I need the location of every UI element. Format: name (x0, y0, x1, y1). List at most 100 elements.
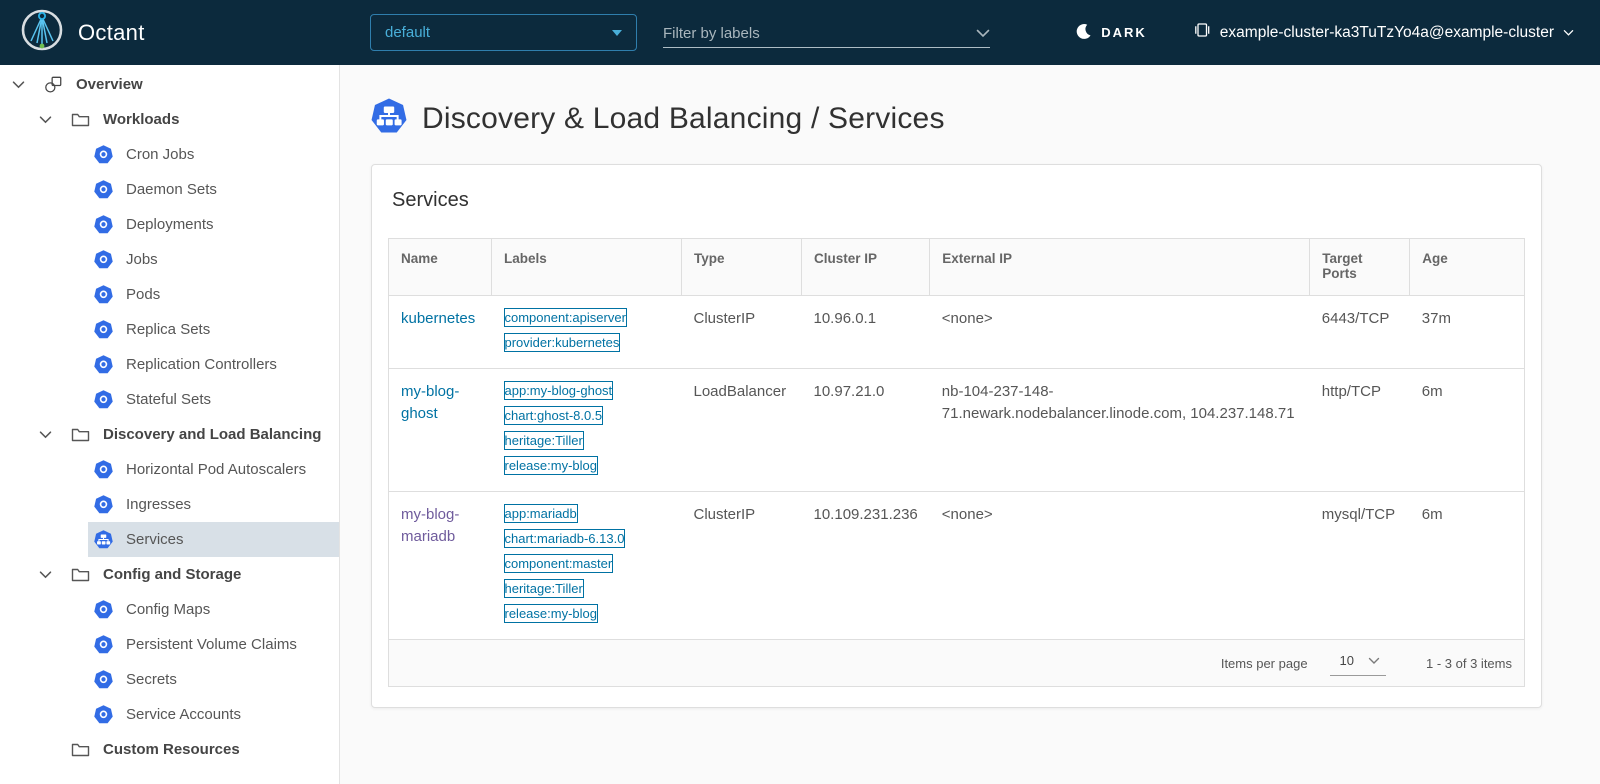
sidebar-item-replication-controllers[interactable]: Replication Controllers (88, 347, 339, 382)
cluster-name: example-cluster-ka3TuTzYo4a@example-clus… (1220, 24, 1554, 42)
sidebar-nav: Overview Workloads Cron Jobs Daemon Sets Dep… (0, 65, 340, 784)
sidebar-item-ingresses[interactable]: Ingresses (88, 487, 339, 522)
service-link-kubernetes[interactable]: kubernetes (401, 310, 475, 327)
sidebar-item-label: Config and Storage (103, 566, 241, 583)
page-title: Discovery & Load Balancing / Services (422, 102, 945, 136)
table-row: my-blog-mariadb app:mariadb chart:mariadb-… (389, 492, 1525, 640)
label-pill[interactable]: release:my-blog (504, 604, 599, 623)
sidebar-item-label: Discovery and Load Balancing (103, 426, 321, 443)
label-filter-input[interactable]: Filter by labels (663, 20, 990, 48)
sidebar-item-config-and-storage[interactable]: Config and Storage (0, 557, 339, 592)
label-filter-placeholder: Filter by labels (663, 25, 760, 42)
column-header-name: Name (389, 239, 492, 296)
sidebar-item-discovery-and-load-balancing[interactable]: Discovery and Load Balancing (0, 417, 339, 452)
sidebar-item-pods[interactable]: Pods (88, 277, 339, 312)
items-per-page-label: Items per page (1221, 655, 1308, 674)
services-panel: Services NameLabelsTypeCluster IPExterna… (371, 164, 1542, 708)
label-pill[interactable]: provider:kubernetes (504, 333, 621, 352)
page-size-value: 10 (1340, 652, 1354, 671)
config-maps-icon (94, 600, 113, 619)
overview-icon (44, 75, 63, 94)
sidebar-item-daemon-sets[interactable]: Daemon Sets (88, 172, 339, 207)
label-pill[interactable]: app:mariadb (504, 504, 578, 523)
sidebar-item-label: Daemon Sets (126, 181, 217, 198)
type-cell: LoadBalancer (682, 369, 802, 492)
page-title-row: Discovery & Load Balancing / Services (371, 98, 1600, 139)
sidebar-item-cron-jobs[interactable]: Cron Jobs (88, 137, 339, 172)
cluster-ip-cell: 10.109.231.236 (802, 492, 930, 640)
labels-cell: app:my-blog-ghost chart:ghost-8.0.5 herita… (492, 369, 682, 492)
chevron-down-icon (1563, 24, 1574, 42)
sidebar-item-label: Secrets (126, 671, 177, 688)
sidebar-item-stateful-sets[interactable]: Stateful Sets (88, 382, 339, 417)
label-pill[interactable]: component:master (504, 554, 614, 573)
discovery-and-load-balancing-icon (71, 425, 90, 444)
chevron-down-icon[interactable] (12, 81, 26, 89)
sidebar-item-label: Deployments (126, 216, 214, 233)
pagination: Items per page 10 1 - 3 of 3 items (401, 652, 1512, 676)
cron-jobs-icon (94, 145, 113, 164)
table-row: my-blog-ghost app:my-blog-ghost chart:ghos… (389, 369, 1525, 492)
sidebar-item-config-maps[interactable]: Config Maps (88, 592, 339, 627)
sidebar-item-label: Config Maps (126, 601, 210, 618)
namespace-select-value: default (385, 24, 430, 41)
sidebar-item-label: Jobs (126, 251, 158, 268)
column-header-target-ports: Target Ports (1310, 239, 1410, 296)
sidebar-item-custom-resources[interactable]: Custom Resources (0, 732, 339, 767)
replica-sets-icon (94, 320, 113, 339)
table-footer-row: Items per page 10 1 - 3 of 3 items (389, 640, 1525, 687)
labels-cell: component:apiserver provider:kubernetes (492, 296, 682, 369)
table-header-row: NameLabelsTypeCluster IPExternal IPTarge… (389, 239, 1525, 296)
type-cell: ClusterIP (682, 492, 802, 640)
sidebar-item-workloads[interactable]: Workloads (0, 102, 339, 137)
label-pill[interactable]: component:apiserver (504, 308, 627, 327)
sidebar-item-service-accounts[interactable]: Service Accounts (88, 697, 339, 732)
sidebar-item-services[interactable]: Services (88, 522, 339, 557)
column-header-labels: Labels (492, 239, 682, 296)
age-cell: 6m (1410, 492, 1525, 640)
sidebar-item-horizontal-pod-autoscalers[interactable]: Horizontal Pod Autoscalers (88, 452, 339, 487)
sidebar-item-label: Replica Sets (126, 321, 210, 338)
sidebar-item-label: Replication Controllers (126, 356, 277, 373)
service-link-my-blog-mariadb[interactable]: my-blog-mariadb (401, 506, 459, 545)
octant-logo-icon (20, 8, 64, 57)
target-ports-cell: mysql/TCP (1310, 492, 1410, 640)
sidebar-item-replica-sets[interactable]: Replica Sets (88, 312, 339, 347)
sidebar-item-deployments[interactable]: Deployments (88, 207, 339, 242)
chevron-down-icon[interactable] (39, 571, 53, 579)
column-header-type: Type (682, 239, 802, 296)
label-pill[interactable]: chart:mariadb-6.13.0 (504, 529, 626, 548)
sidebar-item-jobs[interactable]: Jobs (88, 242, 339, 277)
secrets-icon (94, 670, 113, 689)
config-and-storage-icon (71, 565, 90, 584)
label-pill[interactable]: chart:ghost-8.0.5 (504, 406, 604, 425)
dark-mode-label: DARK (1101, 25, 1147, 40)
sidebar-item-label: Overview (76, 76, 143, 93)
label-pill[interactable]: heritage:Tiller (504, 579, 584, 598)
page-size-select[interactable]: 10 (1330, 652, 1386, 677)
jobs-icon (94, 250, 113, 269)
dark-mode-toggle[interactable]: DARK (1075, 23, 1147, 43)
sidebar-item-label: Stateful Sets (126, 391, 211, 408)
age-cell: 37m (1410, 296, 1525, 369)
chevron-down-icon[interactable] (39, 116, 53, 124)
sidebar-item-label: Pods (126, 286, 160, 303)
label-pill[interactable]: release:my-blog (504, 456, 599, 475)
service-link-my-blog-ghost[interactable]: my-blog-ghost (401, 383, 459, 422)
persistent-volume-claims-icon (94, 635, 113, 654)
table-row: kubernetes component:apiserver provider:ku… (389, 296, 1525, 369)
label-pill[interactable]: app:my-blog-ghost (504, 381, 614, 400)
sidebar-item-overview[interactable]: Overview (0, 67, 339, 102)
sidebar-item-label: Cron Jobs (126, 146, 194, 163)
stateful-sets-icon (94, 390, 113, 409)
service-accounts-icon (94, 705, 113, 724)
deployments-icon (94, 215, 113, 234)
chevron-down-icon[interactable] (39, 431, 53, 439)
namespace-select[interactable]: default (370, 14, 637, 51)
label-pill[interactable]: heritage:Tiller (504, 431, 584, 450)
cluster-select[interactable]: example-cluster-ka3TuTzYo4a@example-clus… (1193, 21, 1574, 44)
service-heptagon-icon (371, 98, 407, 139)
sidebar-item-persistent-volume-claims[interactable]: Persistent Volume Claims (88, 627, 339, 662)
sidebar-item-secrets[interactable]: Secrets (88, 662, 339, 697)
moon-icon (1075, 23, 1092, 43)
